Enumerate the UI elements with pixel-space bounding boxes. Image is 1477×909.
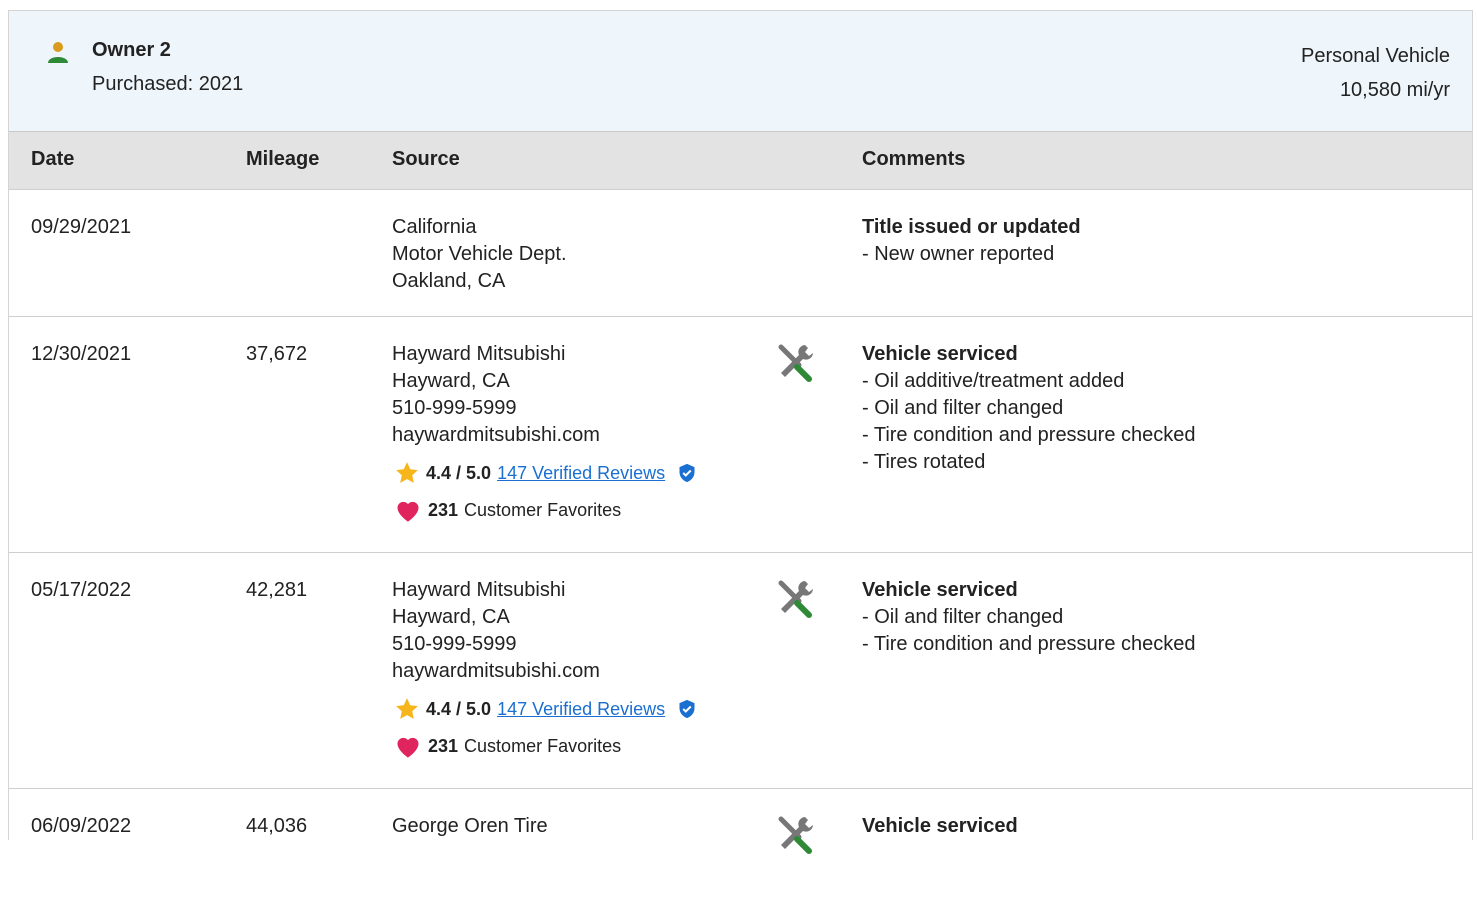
comment-item: - Tires rotated: [862, 451, 986, 473]
mileage-per-year: 10,580 mi/yr: [1339, 79, 1450, 101]
header-source: Source: [392, 148, 460, 170]
source-line: haywardmitsubishi.com: [392, 424, 600, 446]
comment-item: - Tire condition and pressure checked: [862, 424, 1196, 446]
heart-icon: [397, 501, 419, 522]
rating-score: 4.4 / 5.0: [426, 462, 492, 483]
table-row: 09/29/2021 California Motor Vehicle Dept…: [9, 190, 1472, 317]
owner-purchased: Purchased: 2021: [92, 73, 244, 95]
comment-item: - Oil additive/treatment added: [862, 370, 1125, 392]
source-line: Hayward, CA: [392, 370, 510, 392]
row-date: 06/09/2022: [31, 815, 132, 837]
source-line: California: [392, 216, 477, 238]
row-date: 09/29/2021: [31, 216, 132, 238]
row-source: George Oren Tire: [392, 813, 548, 840]
verified-shield-icon: [679, 699, 695, 719]
row-mileage: 37,672: [246, 343, 308, 365]
comment-title: Title issued or updated: [862, 216, 1081, 238]
row-mileage: 44,036: [246, 815, 308, 837]
wrench-screwdriver-icon: [778, 816, 813, 854]
owner-title: Owner 2: [92, 39, 171, 61]
table-header: Date Mileage Source Comments: [9, 132, 1472, 190]
source-line: 510-999-5999: [392, 397, 517, 419]
table-row: 05/17/2022 42,281 Hayward Mitsubishi Hay…: [9, 553, 1472, 789]
favorites-line: 231 Customer Favorites: [394, 733, 621, 759]
person-icon: [48, 42, 68, 63]
verified-shield-icon: [679, 463, 695, 483]
favorites-line: 231 Customer Favorites: [394, 497, 621, 523]
rating-line: 4.4 / 5.0 147 Verified Reviews: [394, 460, 697, 486]
source-line: Hayward, CA: [392, 606, 510, 628]
row-source: California Motor Vehicle Dept. Oakland, …: [392, 214, 567, 295]
comment-item: - Oil and filter changed: [862, 606, 1064, 628]
heart-icon: [397, 737, 419, 758]
rating-score: 4.4 / 5.0: [426, 698, 492, 719]
source-line: Hayward Mitsubishi: [392, 579, 566, 601]
source-line: 510-999-5999: [392, 633, 517, 655]
comment-title: Vehicle serviced: [862, 815, 1018, 837]
source-line: George Oren Tire: [392, 815, 548, 837]
favorites-count: 231: [428, 499, 459, 520]
verified-reviews-link[interactable]: 147 Verified Reviews: [497, 463, 665, 484]
owner-history-panel: Owner 2 Purchased: 2021 Personal Vehicle…: [8, 10, 1473, 854]
row-comments: Vehicle serviced - Oil and filter change…: [862, 577, 1196, 658]
header-comments: Comments: [862, 148, 966, 170]
row-comments: Vehicle serviced: [862, 813, 1018, 840]
header-date: Date: [31, 148, 75, 170]
owner-usage: Personal Vehicle 10,580 mi/yr: [1301, 39, 1450, 107]
wrench-screwdriver-icon: [778, 580, 813, 618]
row-source: Hayward Mitsubishi Hayward, CA 510-999-5…: [392, 577, 600, 685]
star-icon: [396, 698, 418, 719]
vehicle-type: Personal Vehicle: [1301, 45, 1450, 67]
source-line: Oakland, CA: [392, 270, 506, 292]
star-icon: [396, 462, 418, 483]
row-comments: Title issued or updated - New owner repo…: [862, 214, 1081, 268]
source-line: Motor Vehicle Dept.: [392, 243, 567, 265]
favorites-label: Customer Favorites: [464, 499, 622, 520]
row-source: Hayward Mitsubishi Hayward, CA 510-999-5…: [392, 341, 600, 449]
table-row: 06/09/2022 44,036 George Oren Tire Vehic…: [9, 789, 1472, 909]
table-row: 12/30/2021 37,672 Hayward Mitsubishi Hay…: [9, 317, 1472, 553]
comment-item: - Oil and filter changed: [862, 397, 1064, 419]
row-date: 12/30/2021: [31, 343, 132, 365]
verified-reviews-link[interactable]: 147 Verified Reviews: [497, 699, 665, 720]
row-date: 05/17/2022: [31, 579, 132, 601]
rating-line: 4.4 / 5.0 147 Verified Reviews: [394, 696, 697, 722]
row-comments: Vehicle serviced - Oil additive/treatmen…: [862, 341, 1196, 476]
source-line: Hayward Mitsubishi: [392, 343, 566, 365]
comment-item: - New owner reported: [862, 243, 1055, 265]
favorites-count: 231: [428, 735, 459, 756]
source-line: haywardmitsubishi.com: [392, 660, 600, 682]
comment-title: Vehicle serviced: [862, 579, 1018, 601]
wrench-screwdriver-icon: [778, 344, 813, 382]
favorites-label: Customer Favorites: [464, 735, 622, 756]
header-mileage: Mileage: [246, 148, 320, 170]
row-mileage: 42,281: [246, 579, 308, 601]
comment-title: Vehicle serviced: [862, 343, 1018, 365]
owner-header: Owner 2 Purchased: 2021 Personal Vehicle…: [9, 11, 1472, 132]
comment-item: - Tire condition and pressure checked: [862, 633, 1196, 655]
